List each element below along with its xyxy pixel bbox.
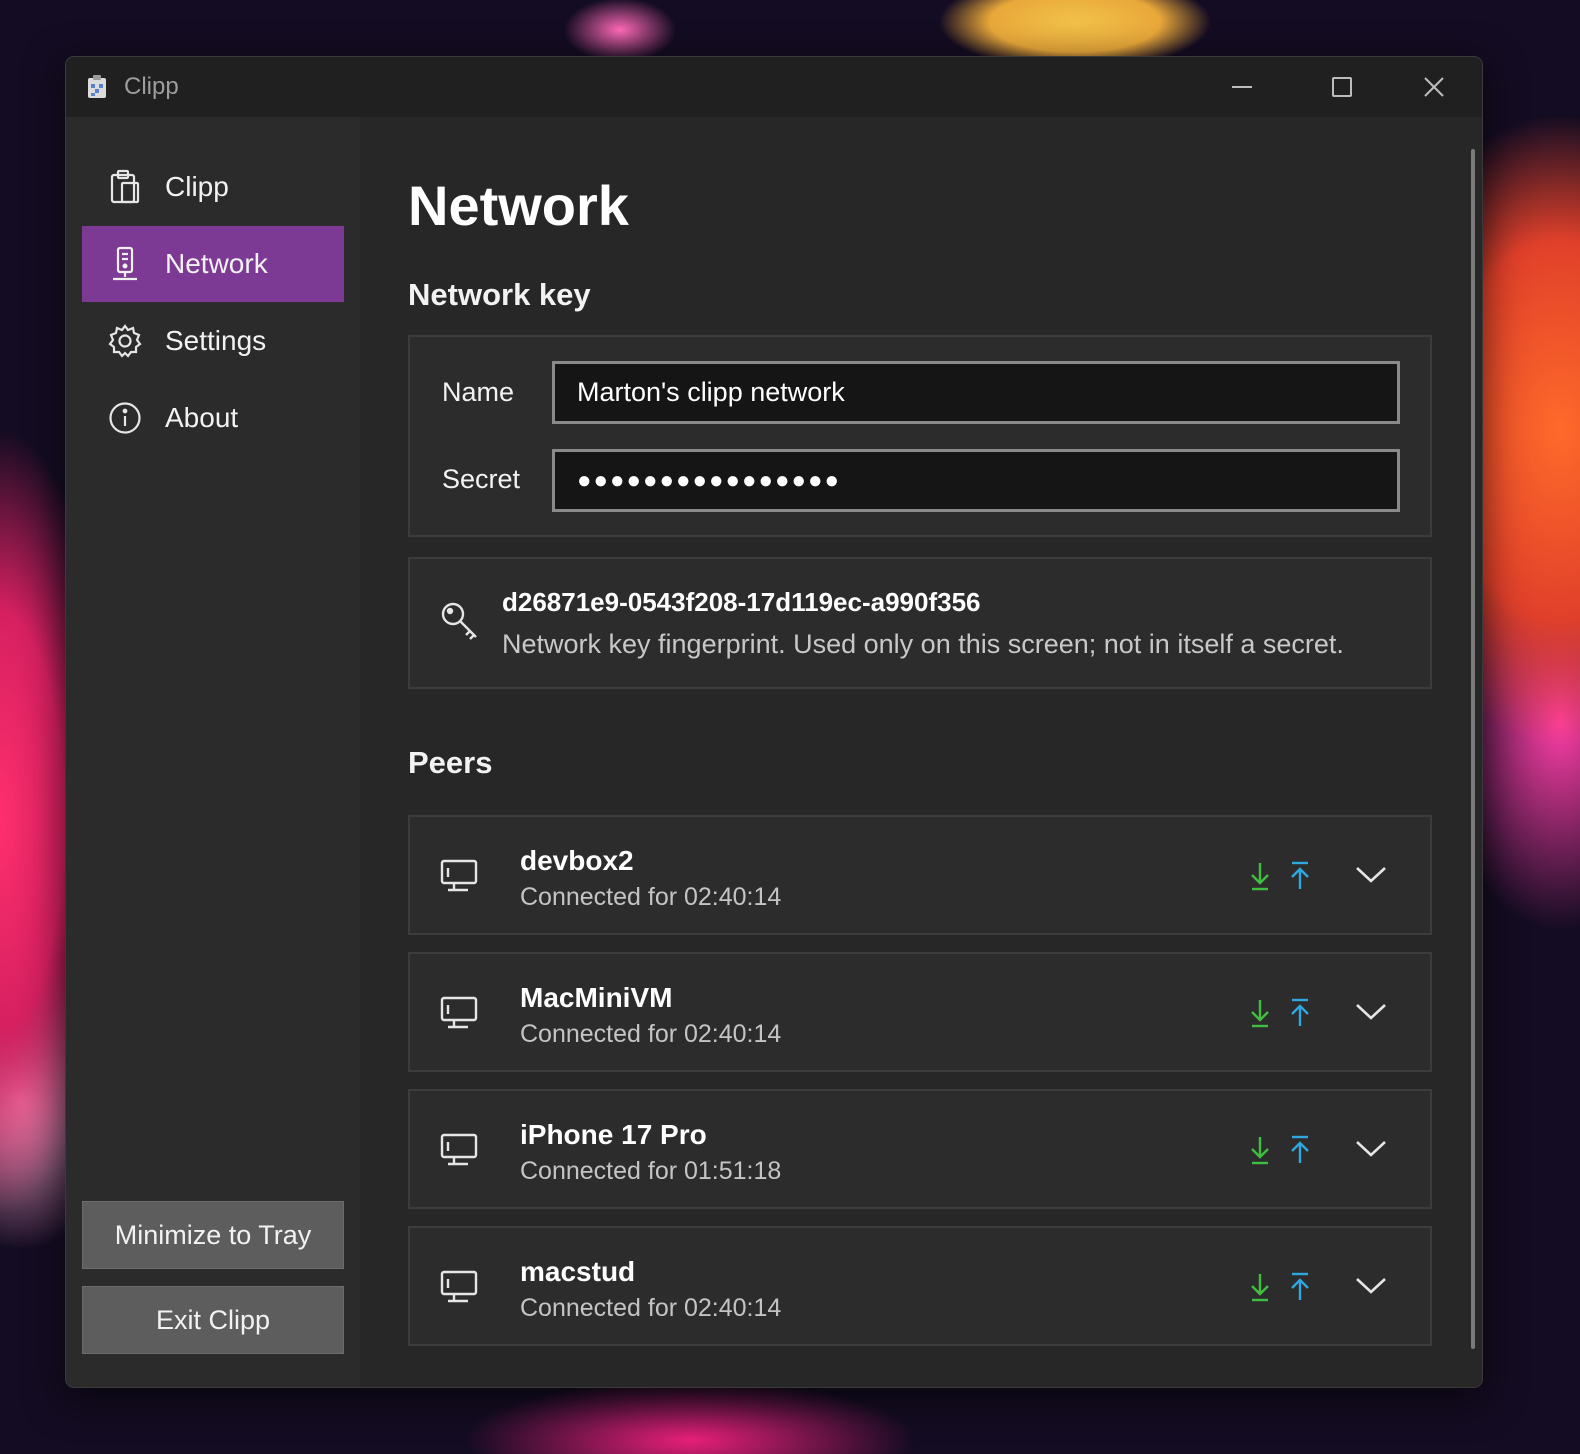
sidebar-item-label: Settings — [165, 325, 267, 356]
peer-name: devbox2 — [520, 845, 634, 876]
minimize-icon — [1232, 86, 1252, 88]
gear-icon — [107, 323, 143, 359]
sidebar-item-about[interactable]: About — [82, 380, 344, 456]
peer-name: MacMiniVM — [520, 982, 673, 1013]
download-arrow-icon[interactable] — [1248, 1135, 1272, 1165]
sidebar-item-settings[interactable]: Settings — [82, 303, 344, 379]
chevron-down-icon[interactable] — [1354, 998, 1388, 1024]
sidebar-item-clipp[interactable]: Clipp — [82, 149, 344, 225]
close-button[interactable] — [1388, 57, 1480, 117]
app-icon — [88, 75, 106, 98]
scrollbar[interactable] — [1471, 149, 1475, 1349]
sidebar-item-network[interactable]: Network — [82, 226, 344, 302]
computer-icon — [440, 996, 478, 1029]
minimize-to-tray-button[interactable]: Minimize to Tray — [82, 1201, 344, 1269]
clipboard-icon — [107, 169, 143, 205]
peer-card[interactable]: devbox2 Connected for 02:40:14 — [408, 815, 1432, 935]
chevron-down-icon[interactable] — [1354, 861, 1388, 887]
window-title: Clipp — [124, 73, 179, 100]
fingerprint-card: d26871e9-0543f208-17d119ec-a990f356 Netw… — [408, 557, 1432, 689]
computer-icon — [440, 1133, 478, 1166]
main-content: Network Network key Name Marton's clipp … — [360, 117, 1482, 1387]
page-title: Network — [408, 174, 629, 237]
upload-arrow-icon[interactable] — [1288, 861, 1312, 891]
peer-status: Connected for 02:40:14 — [520, 1020, 782, 1048]
fingerprint-description: Network key fingerprint. Used only on th… — [502, 629, 1344, 659]
download-arrow-icon[interactable] — [1248, 861, 1272, 891]
network-server-icon — [107, 246, 143, 282]
fingerprint-value: d26871e9-0543f208-17d119ec-a990f356 — [502, 587, 981, 617]
sidebar-item-label: About — [165, 402, 239, 433]
maximize-icon — [1332, 77, 1352, 97]
maximize-button[interactable] — [1296, 57, 1388, 117]
close-icon — [1424, 77, 1444, 97]
chevron-down-icon[interactable] — [1354, 1272, 1388, 1298]
sidebar-item-label: Clipp — [165, 171, 229, 202]
computer-icon — [440, 1270, 478, 1303]
peer-card[interactable]: iPhone 17 Pro Connected for 01:51:18 — [408, 1089, 1432, 1209]
exit-clipp-button[interactable]: Exit Clipp — [82, 1286, 344, 1354]
peer-status: Connected for 01:51:18 — [520, 1157, 782, 1185]
upload-arrow-icon[interactable] — [1288, 1272, 1312, 1302]
title-bar[interactable]: Clipp — [66, 57, 1482, 117]
peer-card[interactable]: macstud Connected for 02:40:14 — [408, 1226, 1432, 1346]
upload-arrow-icon[interactable] — [1288, 998, 1312, 1028]
upload-arrow-icon[interactable] — [1288, 1135, 1312, 1165]
download-arrow-icon[interactable] — [1248, 1272, 1272, 1302]
peers-heading: Peers — [408, 745, 493, 780]
network-key-heading: Network key — [408, 277, 591, 312]
secret-value: ●●●●●●●●●●●●●●●● — [577, 466, 841, 494]
secret-field[interactable]: ●●●●●●●●●●●●●●●● — [552, 449, 1400, 512]
name-field[interactable]: Marton's clipp network — [552, 361, 1400, 424]
key-icon — [441, 602, 477, 640]
download-arrow-icon[interactable] — [1248, 998, 1272, 1028]
minimize-button[interactable] — [1196, 57, 1288, 117]
peer-status: Connected for 02:40:14 — [520, 883, 782, 911]
name-value: Marton's clipp network — [577, 377, 845, 407]
sidebar: Clipp Network Settings About Minimize to… — [66, 117, 360, 1387]
secret-label: Secret — [442, 464, 521, 494]
info-icon — [107, 400, 143, 436]
name-label: Name — [442, 377, 515, 407]
peer-status: Connected for 02:40:14 — [520, 1294, 782, 1322]
sidebar-item-label: Network — [165, 248, 268, 279]
network-key-card: Name Marton's clipp network Secret ●●●●●… — [408, 335, 1432, 537]
peer-name: iPhone 17 Pro — [520, 1119, 707, 1150]
app-window: Clipp Clipp Network Settings About Minim… — [65, 56, 1483, 1388]
peer-card[interactable]: MacMiniVM Connected for 02:40:14 — [408, 952, 1432, 1072]
chevron-down-icon[interactable] — [1354, 1135, 1388, 1161]
computer-icon — [440, 859, 478, 892]
peer-name: macstud — [520, 1256, 636, 1287]
